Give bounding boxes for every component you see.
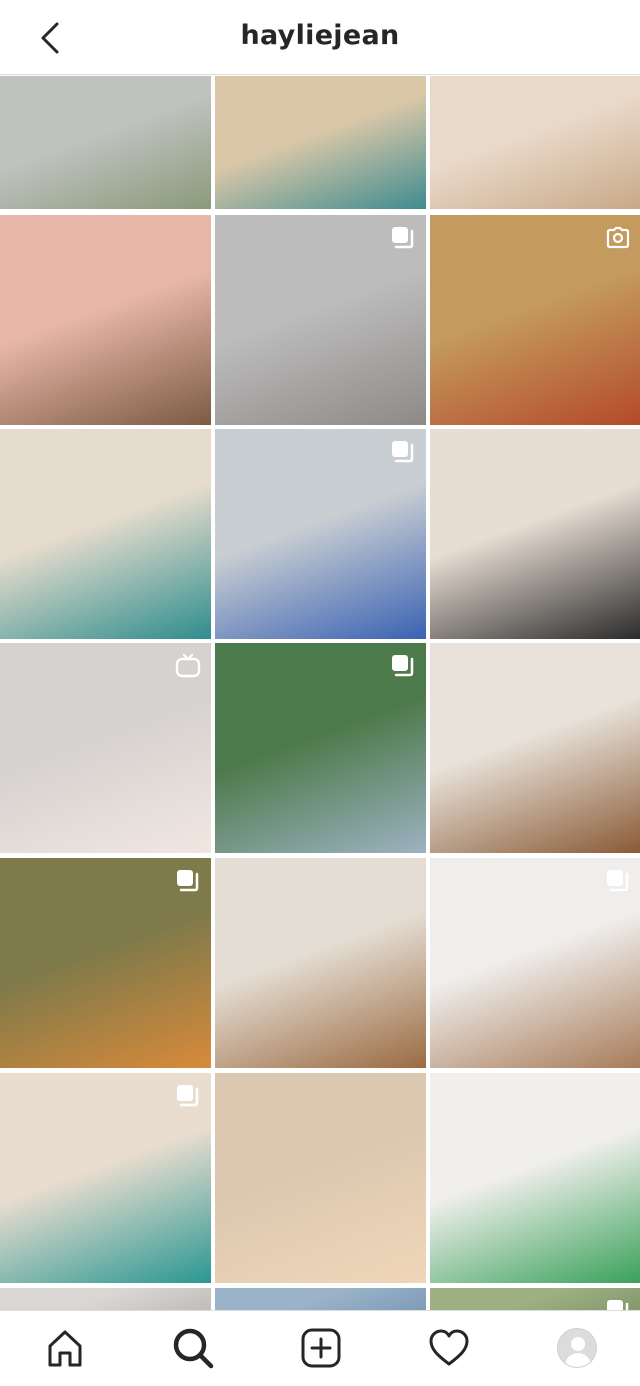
post-thumbnail[interactable] [430, 643, 640, 853]
post-image [0, 429, 211, 639]
carousel-icon [390, 653, 416, 679]
carousel-icon [390, 439, 416, 465]
heart-icon [429, 1329, 469, 1366]
post-grid [0, 76, 640, 1310]
carousel-icon [605, 1298, 631, 1310]
post-thumbnail[interactable] [215, 858, 426, 1068]
post-thumbnail[interactable] [430, 1073, 640, 1283]
post-thumbnail[interactable] [0, 643, 211, 853]
post-thumbnail[interactable] [215, 643, 426, 853]
post-image [0, 215, 211, 425]
post-thumbnail[interactable] [0, 76, 211, 209]
top-bar: hayliejean [0, 0, 640, 75]
post-image [430, 76, 640, 209]
post-image [215, 1288, 426, 1310]
post-thumbnail[interactable] [0, 429, 211, 639]
profile-posts-screen: hayliejean [0, 0, 640, 1386]
post-image [215, 858, 426, 1068]
video-icon [605, 225, 631, 251]
post-image [430, 1073, 640, 1283]
carousel-icon [605, 868, 631, 894]
bottom-navigation [0, 1310, 640, 1386]
post-thumbnail[interactable] [0, 1288, 211, 1310]
post-image [430, 429, 640, 639]
post-thumbnail[interactable] [430, 1288, 640, 1310]
nav-profile-button[interactable] [552, 1323, 602, 1373]
post-thumbnail[interactable] [215, 1288, 426, 1310]
post-thumbnail[interactable] [215, 1073, 426, 1283]
post-thumbnail[interactable] [0, 858, 211, 1068]
post-thumbnail[interactable] [215, 215, 426, 425]
carousel-icon [175, 868, 201, 894]
profile-username: hayliejean [240, 20, 400, 51]
plus-square-icon [301, 1328, 341, 1368]
igtv-icon [175, 653, 201, 679]
post-thumbnail[interactable] [430, 429, 640, 639]
carousel-icon [390, 225, 416, 251]
nav-home-button[interactable] [40, 1323, 90, 1373]
post-thumbnail[interactable] [430, 215, 640, 425]
post-thumbnail[interactable] [0, 1073, 211, 1283]
post-image [0, 76, 211, 209]
nav-create-button[interactable] [296, 1323, 346, 1373]
search-icon [173, 1328, 214, 1369]
post-thumbnail[interactable] [215, 76, 426, 209]
post-thumbnail[interactable] [215, 429, 426, 639]
carousel-icon [175, 1083, 201, 1109]
post-image [0, 1288, 211, 1310]
post-image [215, 76, 426, 209]
avatar [557, 1328, 597, 1368]
post-thumbnail[interactable] [430, 858, 640, 1068]
nav-activity-button[interactable] [424, 1323, 474, 1373]
post-image [215, 1073, 426, 1283]
nav-search-button[interactable] [168, 1323, 218, 1373]
post-image [430, 643, 640, 853]
post-thumbnail[interactable] [430, 76, 640, 209]
home-icon [48, 1330, 82, 1367]
post-thumbnail[interactable] [0, 215, 211, 425]
